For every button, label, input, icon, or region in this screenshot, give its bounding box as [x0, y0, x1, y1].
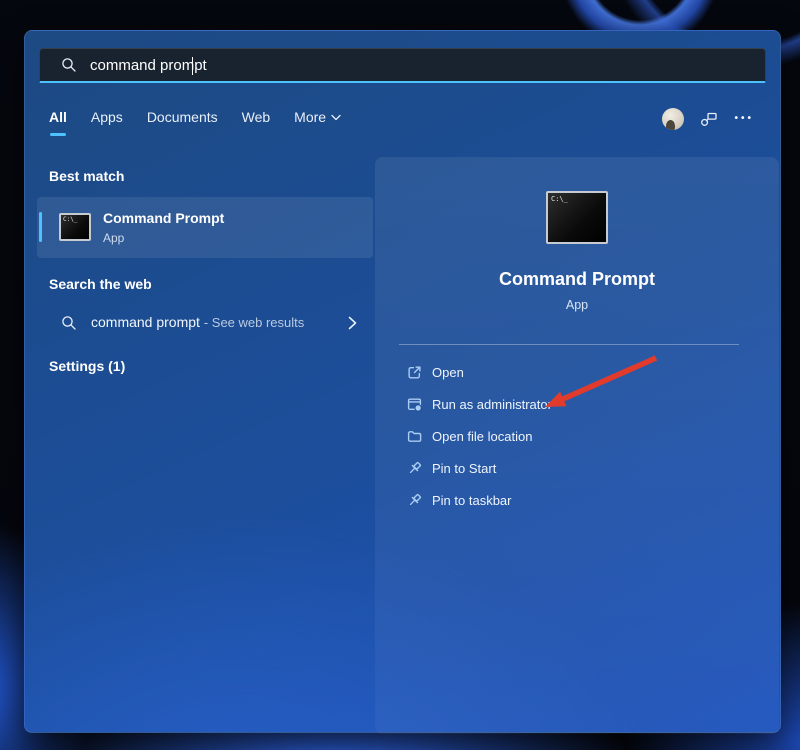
device-link-icon[interactable] — [700, 111, 718, 127]
chevron-right-icon — [348, 316, 357, 330]
best-match-result[interactable]: C:\_ Command Prompt App — [37, 197, 373, 258]
divider — [399, 344, 739, 345]
web-result-label: command prompt - See web results — [91, 314, 304, 330]
search-web-heading: Search the web — [49, 276, 152, 292]
search-header-icons: ••• — [662, 107, 754, 131]
action-run-as-administrator[interactable]: Run as administrator — [375, 388, 779, 420]
search-icon — [61, 315, 77, 331]
action-open-file-location[interactable]: Open file location — [375, 420, 779, 452]
best-match-title: Command Prompt — [103, 210, 224, 226]
active-tab-indicator — [50, 133, 66, 136]
preview-app-title: Command Prompt — [375, 269, 779, 290]
more-options-icon[interactable]: ••• — [734, 107, 754, 131]
app-actions-list: Open Run as administrator Open file loca… — [375, 356, 779, 516]
command-prompt-icon: C:\_ — [59, 213, 91, 241]
run-as-admin-icon — [407, 397, 422, 412]
tab-web[interactable]: Web — [242, 109, 271, 136]
chevron-down-icon — [331, 114, 341, 121]
user-avatar[interactable] — [662, 108, 684, 130]
action-pin-to-taskbar[interactable]: Pin to taskbar — [375, 484, 779, 516]
preview-app-type: App — [375, 298, 779, 312]
preview-pane: C:\_ Command Prompt App Open Run as — [375, 157, 779, 734]
search-filter-tabs: All Apps Documents Web More — [49, 109, 341, 136]
pin-icon — [407, 461, 422, 476]
web-search-result[interactable]: command prompt - See web results — [37, 301, 373, 346]
search-icon — [61, 57, 77, 73]
selection-accent-bar — [39, 212, 42, 242]
best-match-type: App — [103, 231, 124, 245]
open-external-icon — [407, 365, 422, 380]
folder-icon — [407, 429, 422, 444]
action-open[interactable]: Open — [375, 356, 779, 388]
tab-all[interactable]: All — [49, 109, 67, 136]
search-input[interactable] — [90, 57, 753, 74]
pin-icon — [407, 493, 422, 508]
search-box[interactable] — [39, 48, 766, 83]
search-flyout-panel: All Apps Documents Web More ••• — [24, 30, 781, 733]
best-match-heading: Best match — [49, 168, 124, 184]
tab-documents[interactable]: Documents — [147, 109, 218, 136]
command-prompt-icon-large: C:\_ — [546, 191, 608, 244]
action-pin-to-start[interactable]: Pin to Start — [375, 452, 779, 484]
text-caret — [192, 57, 193, 75]
avatar-figure — [666, 120, 675, 130]
tab-more[interactable]: More — [294, 109, 341, 136]
tab-apps[interactable]: Apps — [91, 109, 123, 136]
settings-heading: Settings (1) — [49, 358, 125, 374]
